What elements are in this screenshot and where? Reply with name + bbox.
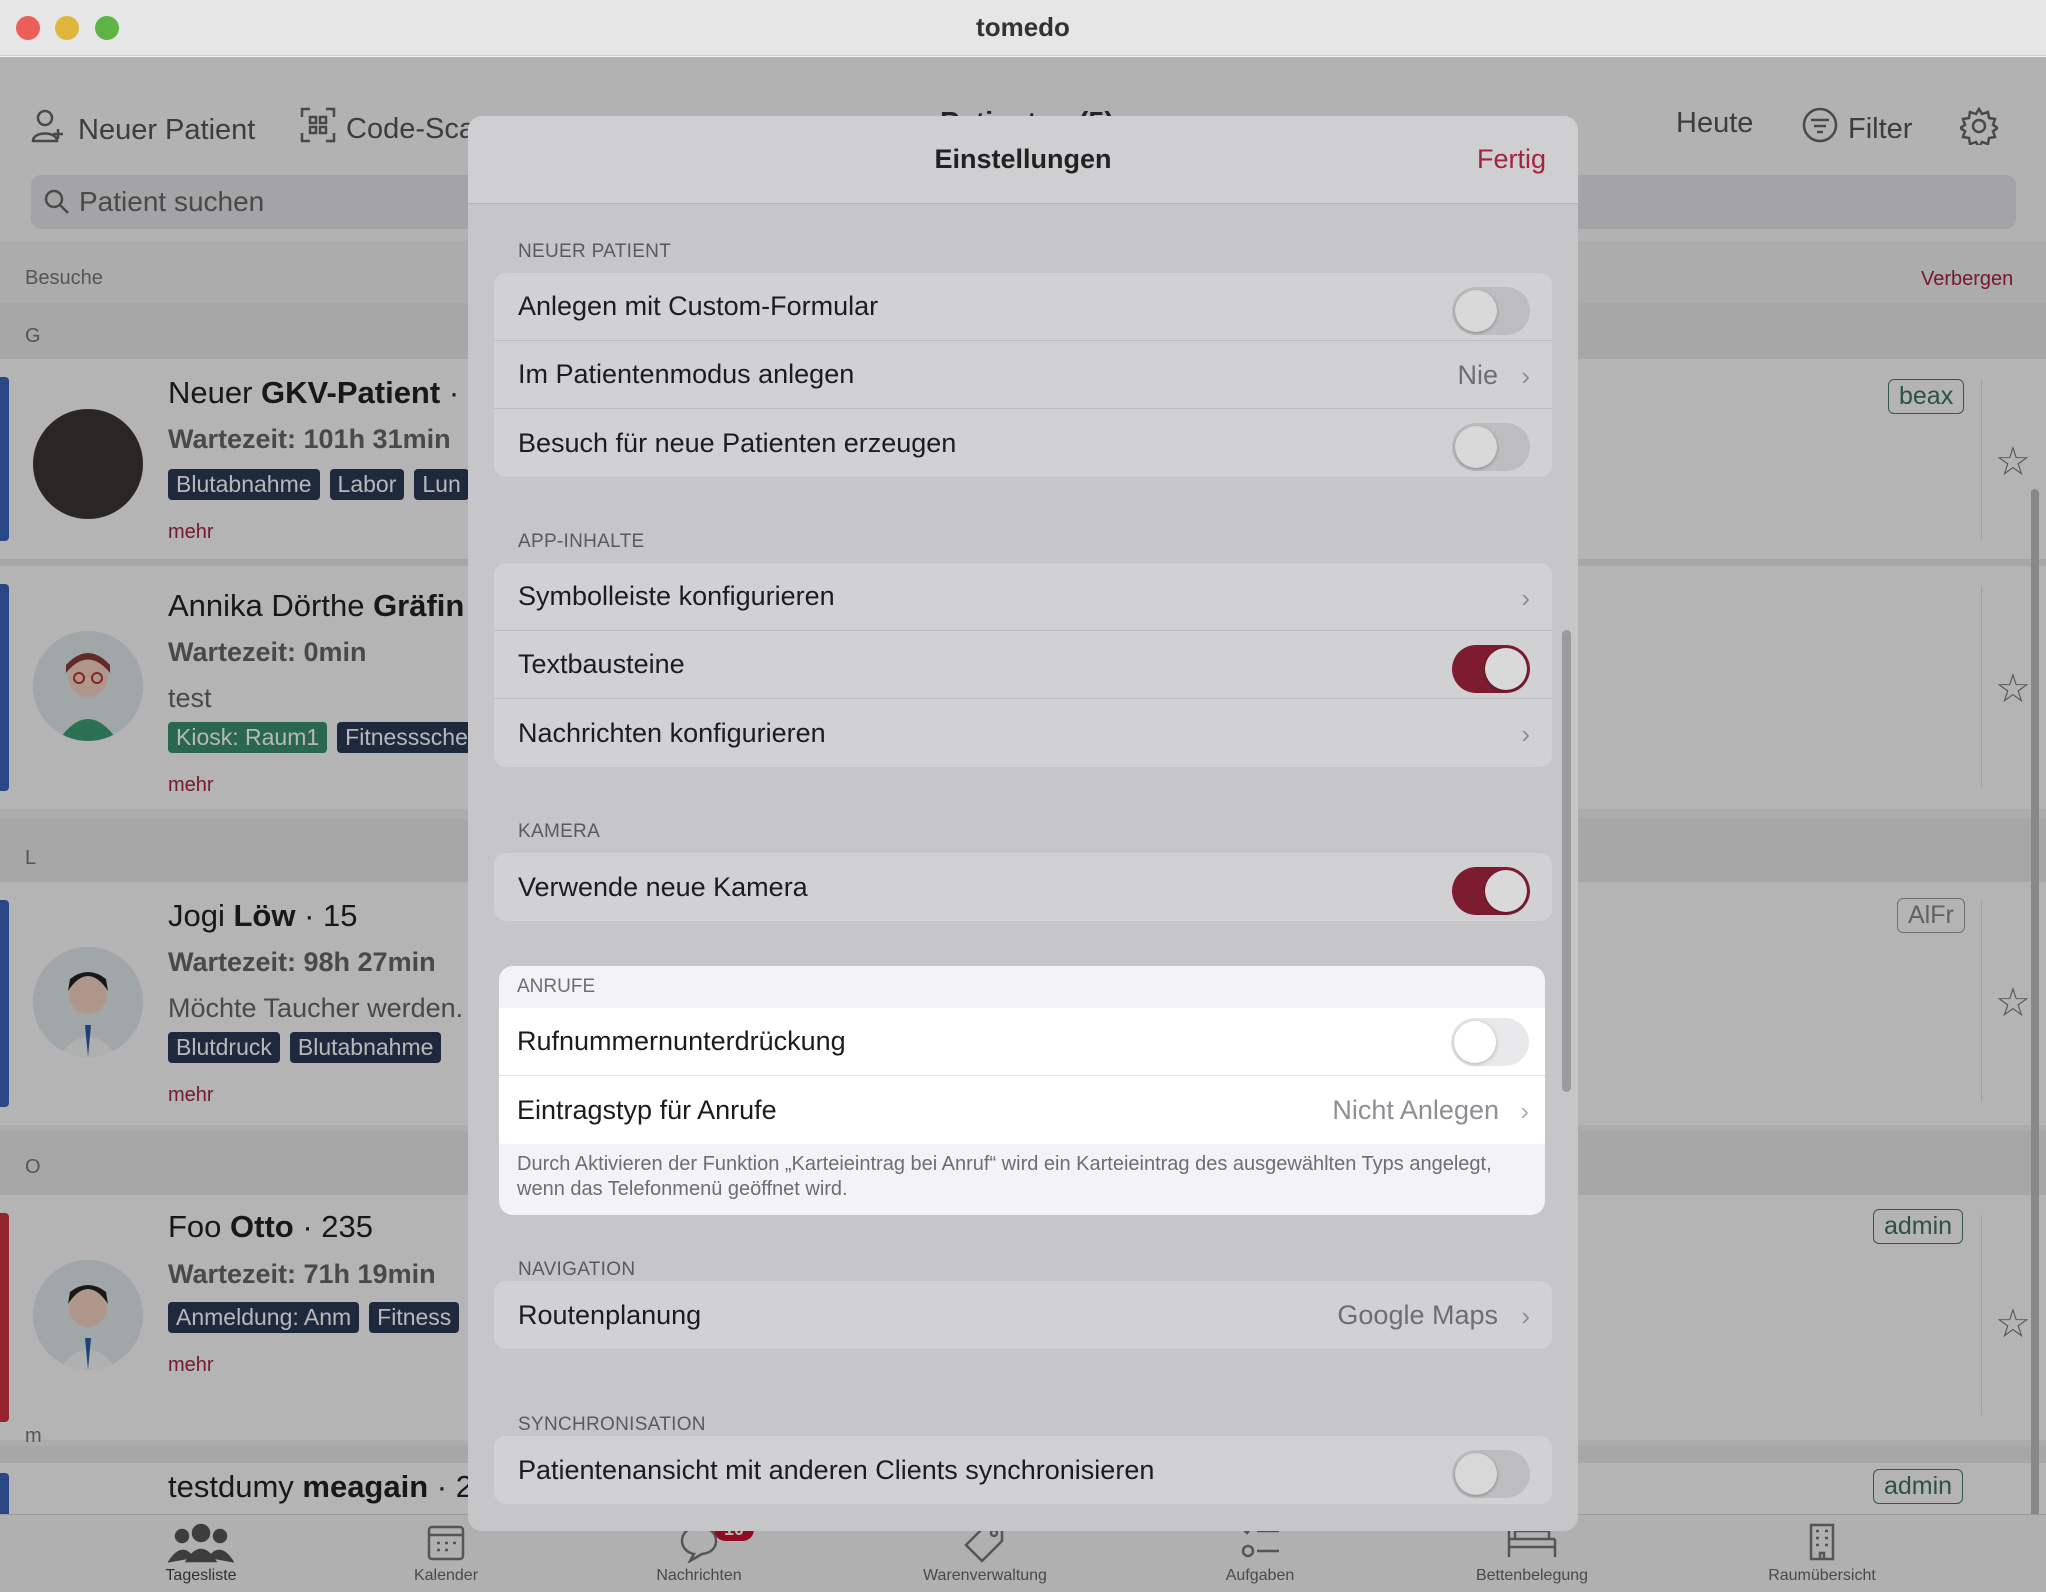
section-header-sync: SYNCHRONISATION <box>518 1414 706 1435</box>
setting-routing[interactable]: Routenplanung Google Maps › <box>494 1281 1552 1349</box>
section-header-navigation: NAVIGATION <box>518 1259 636 1280</box>
group-calls: Rufnummernunterdrückung Eintragstyp für … <box>499 1008 1545 1144</box>
setting-label: Routenplanung <box>518 1299 702 1330</box>
setting-label: Nachrichten konfigurieren <box>518 717 826 748</box>
setting-label: Im Patientenmodus anlegen <box>518 359 855 389</box>
group-camera: Verwende neue Kamera <box>494 853 1552 921</box>
chevron-right-icon: › <box>1521 583 1530 613</box>
setting-create-visit[interactable]: Besuch für neue Patienten erzeugen <box>494 409 1552 477</box>
setting-custom-form[interactable]: Anlegen mit Custom-Formular <box>494 273 1552 341</box>
create-visit-toggle[interactable] <box>1452 423 1530 471</box>
setting-toolbar-config[interactable]: Symbolleiste konfigurieren › <box>494 563 1552 631</box>
toggle-knob <box>1455 426 1497 468</box>
calls-section-highlight: ANRUFE Rufnummernunterdrückung Eintragst… <box>499 966 1545 1215</box>
group-app-content: Symbolleiste konfigurieren › Textbaustei… <box>494 563 1552 767</box>
setting-label: Anlegen mit Custom-Formular <box>518 291 879 321</box>
setting-label: Eintragstyp für Anrufe <box>517 1094 777 1125</box>
title-bar: tomedo <box>0 0 2046 56</box>
section-header-app-content: APP-INHALTE <box>518 531 645 552</box>
setting-label: Verwende neue Kamera <box>518 871 808 902</box>
toggle-knob <box>1455 1453 1497 1495</box>
setting-value: Nicht Anlegen <box>1332 1095 1499 1125</box>
setting-label: Symbolleiste konfigurieren <box>518 581 835 611</box>
calls-footer-note: Durch Aktivieren der Funktion „Karteiein… <box>517 1153 1492 1200</box>
text-blocks-toggle[interactable] <box>1452 645 1530 693</box>
setting-sync-view[interactable]: Patientenansicht mit anderen Clients syn… <box>494 1436 1552 1504</box>
setting-label: Patientenansicht mit anderen Clients syn… <box>518 1454 1155 1485</box>
settings-modal: Einstellungen Fertig NEUER PATIENT Anleg… <box>468 116 1578 1531</box>
chevron-right-icon: › <box>1521 1301 1530 1331</box>
section-header-calls: ANRUFE <box>517 976 596 997</box>
toggle-knob <box>1485 648 1527 690</box>
window-title: tomedo <box>976 12 1070 42</box>
group-navigation: Routenplanung Google Maps › <box>494 1281 1552 1349</box>
chevron-right-icon: › <box>1521 361 1530 391</box>
number-suppression-toggle[interactable] <box>1451 1018 1529 1066</box>
custom-form-toggle[interactable] <box>1452 287 1530 335</box>
modal-title: Einstellungen <box>934 144 1112 174</box>
group-sync: Patientenansicht mit anderen Clients syn… <box>494 1436 1552 1504</box>
group-new-patient: Anlegen mit Custom-Formular Im Patienten… <box>494 273 1552 477</box>
chevron-right-icon: › <box>1520 1096 1529 1126</box>
section-header-new-patient: NEUER PATIENT <box>518 241 672 262</box>
setting-value: Nie <box>1457 360 1498 390</box>
toggle-knob <box>1455 290 1497 332</box>
section-header-camera: KAMERA <box>518 821 601 842</box>
setting-call-entry-type[interactable]: Eintragstyp für Anrufe Nicht Anlegen › <box>499 1076 1545 1144</box>
setting-label: Besuch für neue Patienten erzeugen <box>518 427 957 458</box>
setting-label: Rufnummernunterdrückung <box>517 1026 846 1056</box>
setting-value: Google Maps <box>1337 1300 1498 1330</box>
setting-text-blocks[interactable]: Textbausteine <box>494 631 1552 699</box>
setting-label: Textbausteine <box>518 649 685 679</box>
setting-number-suppression[interactable]: Rufnummernunterdrückung <box>499 1008 1545 1076</box>
setting-new-camera[interactable]: Verwende neue Kamera <box>494 853 1552 921</box>
setting-messages-config[interactable]: Nachrichten konfigurieren › <box>494 699 1552 767</box>
toggle-knob <box>1485 870 1527 912</box>
modal-scrollbar[interactable] <box>1562 630 1571 1092</box>
setting-patient-mode[interactable]: Im Patientenmodus anlegen Nie › <box>494 341 1552 409</box>
toggle-knob <box>1454 1021 1496 1063</box>
done-button[interactable]: Fertig <box>1477 144 1546 175</box>
chevron-right-icon: › <box>1521 719 1530 749</box>
modal-header: Einstellungen Fertig <box>468 116 1578 204</box>
new-camera-toggle[interactable] <box>1452 867 1530 915</box>
sync-view-toggle[interactable] <box>1452 1450 1530 1498</box>
